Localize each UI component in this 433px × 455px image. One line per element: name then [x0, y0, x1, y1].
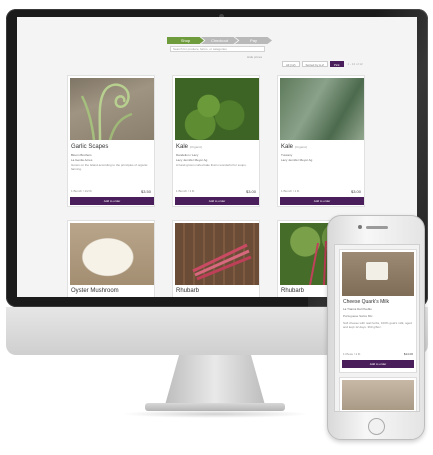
product-price: $3.00	[245, 189, 256, 194]
product-org: Portuguese Swiss Mix	[343, 314, 373, 318]
product-price: $3.50	[140, 189, 151, 194]
product-image[interactable]	[280, 78, 364, 140]
filter-bar: All (12) Sorted by A-Z Pick 1 - 12 of 12	[282, 61, 363, 67]
home-button[interactable]	[368, 418, 385, 435]
organic-tag: (Organic)	[294, 145, 308, 149]
product-org: La Gentle Acres	[71, 158, 93, 162]
checkout-steps: Shop Checkout Pay	[167, 37, 272, 44]
step-pay[interactable]: Pay	[235, 37, 272, 44]
product-image[interactable]	[342, 252, 414, 296]
product-image[interactable]	[70, 223, 154, 285]
step-checkout[interactable]: Checkout	[201, 37, 238, 44]
add-to-order-button[interactable]: Add to order	[175, 197, 259, 205]
product-card: Kale (Organic) Tuscany Lacy Jennifer Mey…	[277, 75, 365, 207]
product-title[interactable]: Rhubarb	[281, 288, 304, 294]
front-camera-icon	[358, 225, 362, 229]
iphone-mockup: Cheese Quark's Milk La Tranca Del Pueblo…	[327, 215, 425, 440]
imac-stand	[165, 355, 265, 405]
product-title[interactable]: Oyster Mushroom	[71, 288, 119, 294]
garlic-scapes-image	[80, 83, 133, 141]
phone-screen: Cheese Quark's Milk La Tranca Del Pueblo…	[334, 244, 420, 412]
product-title[interactable]: Garlic Scapes	[71, 144, 108, 150]
product-title[interactable]: Kale (Organic)	[281, 144, 307, 150]
product-org: Lacy Jennifer Meyer Ag	[281, 158, 313, 162]
product-unit: 1 Bunch / 1 lb	[176, 189, 195, 193]
filter-all[interactable]: All (12)	[282, 61, 300, 67]
rhubarb-image	[192, 243, 252, 281]
product-description: Grown on the Island according to the pri…	[71, 163, 148, 171]
product-card: Kale (Organic) Dandelion / Lacy Lacy Jen…	[172, 75, 260, 207]
product-card: Cheese Quark's Milk La Tranca Del Pueblo…	[339, 249, 417, 373]
product-card: Oyster Mushroom	[67, 220, 155, 297]
product-title-text: Kale	[176, 144, 189, 150]
product-card	[339, 377, 417, 411]
organic-tag: (Organic)	[189, 145, 203, 149]
product-farm: Bloom Brothers	[71, 153, 92, 157]
product-price: $3.00	[350, 189, 361, 194]
product-title[interactable]: Rhubarb	[176, 288, 199, 294]
filter-selected[interactable]: Pick	[329, 61, 344, 67]
product-price: $14.00	[403, 352, 413, 356]
product-unit: 1 Piece / 1 lb	[343, 352, 361, 356]
add-to-order-button[interactable]: Add to order	[342, 360, 414, 368]
product-image[interactable]	[175, 223, 259, 285]
add-to-order-button[interactable]: Add to order	[70, 197, 154, 205]
search-input[interactable]: Search for produce, farms, or categories	[170, 46, 265, 52]
product-farm: La Tranca Del Pueblo	[343, 307, 372, 311]
product-image[interactable]	[175, 78, 259, 140]
product-title[interactable]: Kale (Organic)	[176, 144, 202, 150]
product-card: Garlic Scapes Bloom Brothers La Gentle A…	[67, 75, 155, 207]
product-unit: 1 Bunch / 1 lb	[281, 189, 300, 193]
product-unit: 1 Bunch / 1/2 lb	[71, 189, 92, 193]
add-to-order-button[interactable]: Add to order	[280, 197, 364, 205]
pager-text: 1 - 12 of 12	[347, 62, 363, 66]
speaker-grille	[366, 226, 388, 229]
product-card: Rhubarb	[172, 220, 260, 297]
product-org: Lacy Jennifer Meyer Ag	[176, 158, 208, 162]
step-shop[interactable]: Shop	[167, 37, 204, 44]
product-title-text: Kale	[281, 144, 294, 150]
product-description: A hand-grown curled kale that is wonderf…	[176, 163, 247, 167]
product-image[interactable]	[342, 380, 414, 410]
product-title[interactable]: Cheese Quark's Milk	[343, 299, 389, 305]
hide-prices-link[interactable]: Hide prices	[247, 55, 262, 59]
product-image[interactable]	[70, 78, 154, 141]
sort-select[interactable]: Sorted by A-Z	[301, 61, 328, 67]
product-farm: Tuscany	[281, 153, 293, 157]
product-farm: Dandelion / Lacy	[176, 153, 199, 157]
product-description: Soft cheese with real herbs, 100% goat's…	[343, 321, 412, 329]
